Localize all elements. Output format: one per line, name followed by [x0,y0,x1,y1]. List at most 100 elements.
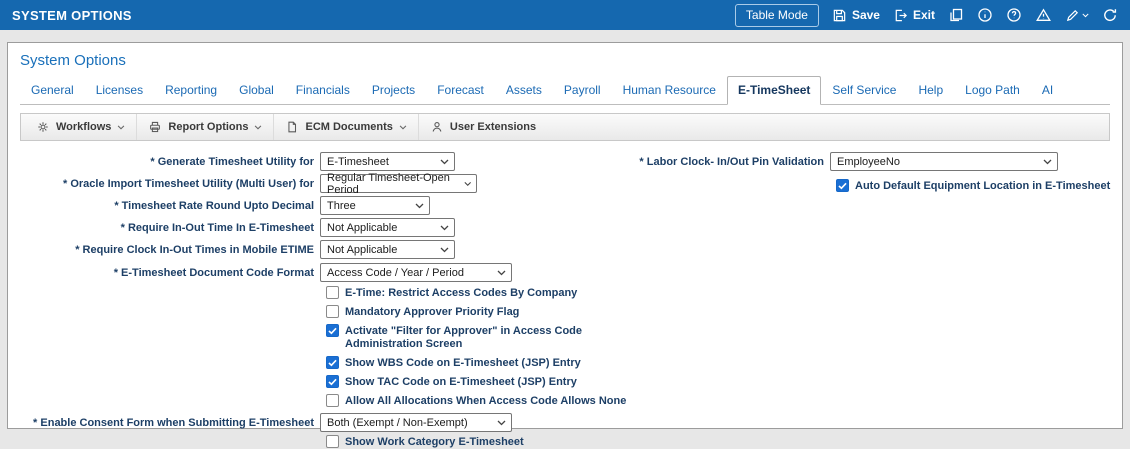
rate-round-select[interactable]: Three [320,196,430,215]
select-value: Access Code / Year / Period [327,266,464,279]
field-label: * Oracle Import Timesheet Utility (Multi… [62,177,314,190]
tab-licenses[interactable]: Licenses [85,76,154,105]
tab-strip: General Licenses Reporting Global Financ… [20,76,1110,105]
require-inout-select[interactable]: Not Applicable [320,218,455,237]
checkbox-label: Show TAC Code on E-Timesheet (JSP) Entry [345,376,577,388]
chevron-down-icon [255,124,262,130]
header-actions: Table Mode Save Exit [734,3,1118,27]
field-label: * Enable Consent Form when Submitting E-… [33,416,314,429]
tab-self-service[interactable]: Self Service [821,76,907,105]
exit-button[interactable]: Exit [893,8,935,23]
field-label: * Generate Timesheet Utility for [150,155,314,168]
chevron-down-icon [118,124,125,130]
report-options-button[interactable]: Report Options [136,114,273,140]
checkbox-label: E-Time: Restrict Access Codes By Company [345,287,578,299]
checkbox-activate-filter-approver[interactable]: Activate "Filter for Approver" in Access… [326,324,1122,351]
dropdown-arrow-icon [415,203,424,208]
tab-help[interactable]: Help [907,76,954,105]
field-label: * E-Timesheet Document Code Format [113,266,314,279]
dropdown-arrow-icon [1043,159,1052,164]
ecm-documents-button[interactable]: ECM Documents [273,114,417,140]
right-column: * Labor Clock- In/Out Pin Validation Emp… [616,152,1110,193]
checkbox-show-tac-code[interactable]: Show TAC Code on E-Timesheet (JSP) Entry [326,375,1122,389]
checkbox[interactable] [326,356,339,369]
tab-human-resource[interactable]: Human Resource [612,76,727,105]
save-label: Save [851,8,880,22]
user-extensions-button[interactable]: User Extensions [417,114,547,140]
tab-e-timesheet[interactable]: E-TimeSheet [726,76,822,105]
system-options-panel: System Options General Licenses Reportin… [7,42,1123,448]
edit-menu-button[interactable] [1065,8,1089,23]
checkbox-show-wbs-code[interactable]: Show WBS Code on E-Timesheet (JSP) Entry [326,356,1122,370]
checkbox-auto-default-equipment[interactable]: Auto Default Equipment Location in E-Tim… [836,179,1110,193]
user-icon [430,120,444,134]
tab-payroll[interactable]: Payroll [553,76,612,105]
tab-forecast[interactable]: Forecast [426,76,495,105]
table-mode-button[interactable]: Table Mode [734,3,819,27]
tab-financials[interactable]: Financials [285,76,361,105]
field-label: * Require In-Out Time In E-Timesheet [120,221,314,234]
user-extensions-label: User Extensions [449,121,537,133]
tab-general[interactable]: General [20,76,85,105]
field-label: * Labor Clock- In/Out Pin Validation [639,155,824,168]
checkbox[interactable] [326,375,339,388]
copy-pages-icon[interactable] [948,7,964,23]
select-value: EmployeeNo [837,155,900,168]
workflows-label: Workflows [56,121,112,133]
checkbox[interactable] [326,305,339,318]
consent-form-select[interactable]: Both (Exempt / Non-Exempt) [320,413,512,432]
tab-global[interactable]: Global [228,76,285,105]
check-icon [328,378,337,385]
doc-code-format-select[interactable]: Access Code / Year / Period [320,263,512,282]
checkbox-label: Show Work Category E-Timesheet [345,436,524,448]
field-rate-round: * Timesheet Rate Round Upto Decimal Thre… [8,196,1122,215]
tab-ai[interactable]: AI [1031,76,1064,105]
checkbox[interactable] [326,394,339,407]
checkbox-label: Mandatory Approver Priority Flag [345,306,520,318]
require-clock-select[interactable]: Not Applicable [320,240,455,259]
field-consent-form: * Enable Consent Form when Submitting E-… [8,413,1122,432]
field-require-clock: * Require Clock In-Out Times in Mobile E… [8,240,1122,259]
printer-icon [148,120,162,134]
dropdown-arrow-icon [440,159,449,164]
exit-label: Exit [912,8,935,22]
refresh-icon[interactable] [1102,7,1118,23]
tab-logo-path[interactable]: Logo Path [954,76,1031,105]
chevron-down-icon [1082,13,1089,17]
checkbox[interactable] [326,435,339,448]
checkbox-mandatory-approver[interactable]: Mandatory Approver Priority Flag [326,305,1122,319]
document-icon [285,120,299,134]
exit-icon [893,8,908,23]
check-icon [838,182,847,189]
field-label: * Require Clock In-Out Times in Mobile E… [75,243,314,256]
generate-timesheet-select[interactable]: E-Timesheet [320,152,455,171]
save-button[interactable]: Save [832,8,880,23]
info-icon[interactable] [977,7,993,23]
dropdown-arrow-icon [497,270,506,275]
checkbox[interactable] [326,324,339,337]
checkbox-allow-all-allocations[interactable]: Allow All Allocations When Access Code A… [326,394,1122,408]
dropdown-arrow-icon [440,247,449,252]
tab-assets[interactable]: Assets [495,76,553,105]
warning-icon[interactable] [1035,7,1052,23]
app-header: SYSTEM OPTIONS Table Mode Save Exit [0,0,1130,30]
field-doc-code-format: * E-Timesheet Document Code Format Acces… [8,263,1122,282]
page-title: System Options [20,52,126,69]
gear-icon [36,120,50,134]
help-icon[interactable] [1006,7,1022,23]
dropdown-arrow-icon [440,225,449,230]
checkbox-label: Auto Default Equipment Location in E-Tim… [855,180,1111,192]
checkbox[interactable] [326,286,339,299]
checkbox-restrict-access-codes[interactable]: E-Time: Restrict Access Codes By Company [326,286,1122,300]
workflows-button[interactable]: Workflows [25,114,136,140]
oracle-import-select[interactable]: Regular Timesheet-Open Period [320,172,477,196]
page-header-title: SYSTEM OPTIONS [12,7,132,23]
tab-reporting[interactable]: Reporting [154,76,228,105]
check-icon [328,327,337,334]
tab-projects[interactable]: Projects [361,76,426,105]
pin-validation-select[interactable]: EmployeeNo [830,152,1058,171]
check-icon [328,359,337,366]
checkbox-show-work-category[interactable]: Show Work Category E-Timesheet [326,435,1122,449]
checkbox[interactable] [836,179,849,192]
sub-toolbar: Workflows Report Options ECM Documents U… [20,113,1110,141]
